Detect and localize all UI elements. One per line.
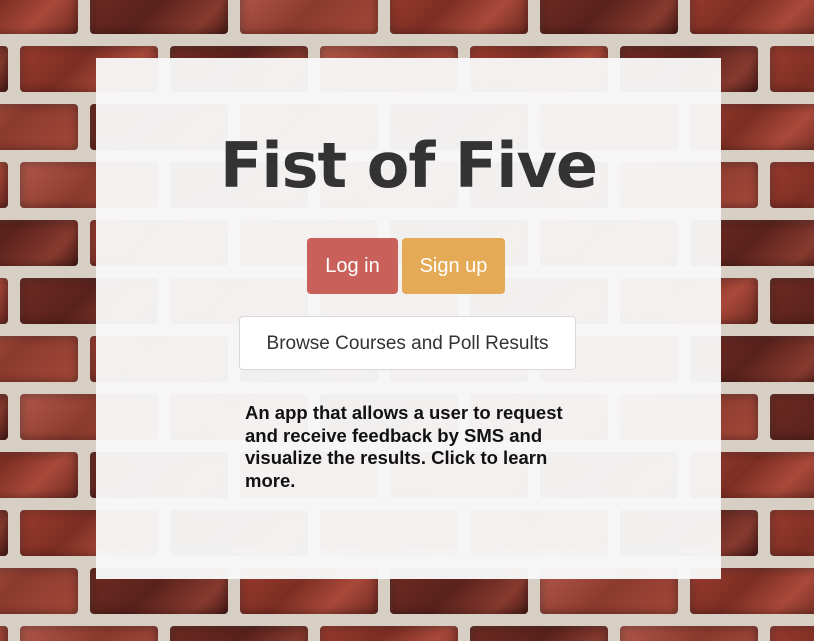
brick (320, 626, 458, 641)
brick (540, 0, 678, 34)
brick (770, 46, 814, 92)
landing-panel: Fist of Five Log in Sign up Browse Cours… (96, 58, 721, 579)
brick (20, 626, 158, 641)
signup-button[interactable]: Sign up (402, 238, 505, 294)
brick-row (0, 626, 814, 641)
browse-courses-button[interactable]: Browse Courses and Poll Results (239, 316, 576, 370)
brick (0, 0, 78, 34)
brick (0, 278, 8, 324)
brick (770, 394, 814, 440)
brick (90, 0, 228, 34)
brick (240, 0, 378, 34)
brick (0, 104, 78, 150)
brick (770, 626, 814, 641)
page-title: Fist of Five (220, 129, 598, 202)
brick (0, 394, 8, 440)
brick (0, 162, 8, 208)
brick (0, 568, 78, 614)
brick (170, 626, 308, 641)
brick (0, 220, 78, 266)
brick (0, 452, 78, 498)
brick (470, 626, 608, 641)
brick (0, 626, 8, 641)
brick (0, 46, 8, 92)
brick (0, 336, 78, 382)
login-button[interactable]: Log in (307, 238, 398, 294)
brick (620, 626, 758, 641)
brick (690, 0, 814, 34)
brick (390, 0, 528, 34)
panel-bottom-fade (96, 549, 721, 579)
brick (770, 278, 814, 324)
app-description-link[interactable]: An app that allows a user to request and… (245, 402, 585, 492)
brick-row (0, 0, 814, 34)
brick (770, 162, 814, 208)
brick (0, 510, 8, 556)
brick (770, 510, 814, 556)
